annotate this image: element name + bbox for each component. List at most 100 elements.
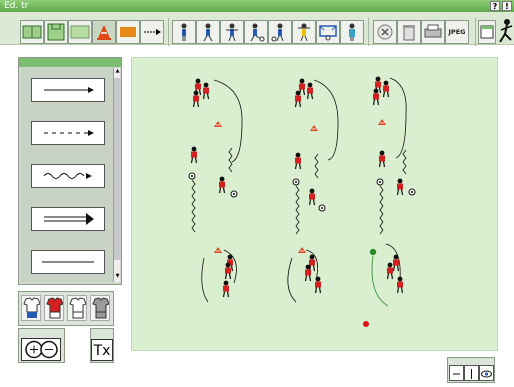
- player-icon[interactable]: [386, 262, 394, 280]
- palette-list: [21, 68, 113, 282]
- dashed-arrow-tool[interactable]: [31, 121, 105, 145]
- player-jump-icon[interactable]: [292, 20, 316, 44]
- ball-icon[interactable]: [376, 178, 384, 186]
- player-icon[interactable]: [222, 280, 230, 298]
- toolbar-separator: [475, 18, 476, 46]
- dribble-path[interactable]: [295, 185, 300, 235]
- balls-icon[interactable]: [21, 338, 61, 361]
- solid-arrow-tool[interactable]: [31, 78, 105, 102]
- player-icon[interactable]: [294, 89, 302, 108]
- zoom-out-icon[interactable]: [449, 365, 464, 381]
- run-path[interactable]: [313, 79, 339, 161]
- drill-diagram: [188, 75, 416, 327]
- text-tool-panel: Tx: [90, 328, 114, 363]
- player-run-icon[interactable]: [196, 20, 220, 44]
- shirt-blue-icon[interactable]: [21, 295, 41, 321]
- ball-icon[interactable]: [230, 190, 238, 198]
- player-icon[interactable]: [224, 262, 232, 280]
- double-arrow-tool[interactable]: [31, 207, 105, 231]
- toolbar: JPEG: [0, 12, 514, 46]
- ball-icon[interactable]: [318, 204, 326, 212]
- player-icon[interactable]: [382, 79, 390, 98]
- shirt-selector: [18, 291, 114, 326]
- shirt-red-icon[interactable]: [44, 295, 64, 321]
- cone-marker[interactable]: [377, 118, 387, 126]
- player-icon[interactable]: [372, 87, 380, 106]
- drill-field[interactable]: [131, 57, 498, 351]
- run-path[interactable]: [389, 77, 407, 159]
- player-icon[interactable]: [218, 176, 226, 194]
- export-jpeg-button[interactable]: JPEG: [445, 20, 469, 44]
- player-icon[interactable]: [314, 276, 322, 294]
- cone-marker[interactable]: [213, 120, 223, 128]
- ball-icon[interactable]: [292, 178, 300, 186]
- player-shoot-icon[interactable]: [244, 20, 268, 44]
- green-marker[interactable]: [369, 248, 377, 256]
- player-goalkeeper-icon[interactable]: [220, 20, 244, 44]
- coach-icon[interactable]: [340, 20, 364, 44]
- trash-icon[interactable]: [397, 20, 421, 44]
- player-icon[interactable]: [392, 254, 400, 272]
- player-icon[interactable]: [308, 188, 316, 206]
- palette-header: [19, 58, 121, 67]
- run-path[interactable]: [213, 79, 243, 163]
- scroll-thumb[interactable]: [114, 78, 121, 260]
- pitch-full-icon[interactable]: [20, 20, 44, 44]
- print-icon[interactable]: [421, 20, 445, 44]
- player-icon[interactable]: [396, 178, 404, 196]
- help-button[interactable]: ?: [490, 1, 500, 11]
- wavy-arrow-tool[interactable]: [31, 164, 105, 188]
- arrow-tool-icon[interactable]: [140, 20, 164, 44]
- player-icon[interactable]: [396, 276, 404, 294]
- shirt-grey-icon[interactable]: [90, 295, 110, 321]
- ball-tool-panel: [18, 328, 65, 363]
- dribble-path[interactable]: [379, 185, 384, 235]
- palette-scrollbar[interactable]: ▲ ▼: [113, 68, 121, 282]
- shirt-white-icon[interactable]: [67, 295, 87, 321]
- alert-button[interactable]: !: [502, 1, 512, 11]
- ball-icon[interactable]: [188, 172, 196, 180]
- run-path[interactable]: [287, 257, 297, 303]
- player-icon[interactable]: [306, 81, 314, 100]
- run-path[interactable]: [201, 257, 209, 303]
- view-eye-icon[interactable]: [479, 365, 494, 381]
- pitch-half-icon[interactable]: [44, 20, 68, 44]
- player-icon[interactable]: [308, 254, 316, 272]
- pitch-grass-icon[interactable]: [68, 20, 92, 44]
- title-bar: [0, 0, 514, 12]
- dribble-path[interactable]: [402, 149, 407, 175]
- scroll-up-icon[interactable]: ▲: [114, 68, 121, 76]
- cone-marker[interactable]: [297, 246, 307, 254]
- cone-icon[interactable]: [92, 20, 116, 44]
- player-icon[interactable]: [190, 146, 198, 164]
- cone-marker[interactable]: [213, 246, 223, 254]
- kicker-logo-icon: [498, 18, 514, 46]
- window-title: Ed. tr: [4, 1, 29, 11]
- run-path[interactable]: [371, 255, 389, 307]
- toolbar-separator: [168, 18, 169, 46]
- player-icon[interactable]: [304, 264, 312, 282]
- plain-line-tool[interactable]: [31, 250, 105, 274]
- player-icon[interactable]: [202, 81, 210, 100]
- rectangle-icon[interactable]: [116, 20, 140, 44]
- scroll-down-icon[interactable]: ▼: [114, 273, 121, 281]
- window-icon[interactable]: [478, 20, 496, 44]
- dribble-path[interactable]: [228, 147, 233, 173]
- view-controls: [447, 357, 495, 383]
- red-marker[interactable]: [363, 321, 369, 327]
- player-icon[interactable]: [294, 152, 302, 170]
- divider-icon[interactable]: [464, 365, 479, 381]
- text-tool-button[interactable]: Tx: [91, 339, 113, 361]
- dribble-path[interactable]: [191, 179, 196, 233]
- dribble-path[interactable]: [314, 153, 319, 179]
- cone-marker[interactable]: [309, 124, 319, 132]
- player-pass-icon[interactable]: [268, 20, 292, 44]
- player-icon[interactable]: [378, 150, 386, 168]
- goal-icon[interactable]: [316, 20, 340, 44]
- ball-icon[interactable]: [408, 188, 416, 196]
- player-icon[interactable]: [192, 89, 200, 108]
- player-stand-icon[interactable]: [172, 20, 196, 44]
- line-palette: ▲ ▼: [18, 57, 122, 285]
- delete-icon[interactable]: [373, 20, 397, 44]
- toolbar-separator: [368, 18, 369, 46]
